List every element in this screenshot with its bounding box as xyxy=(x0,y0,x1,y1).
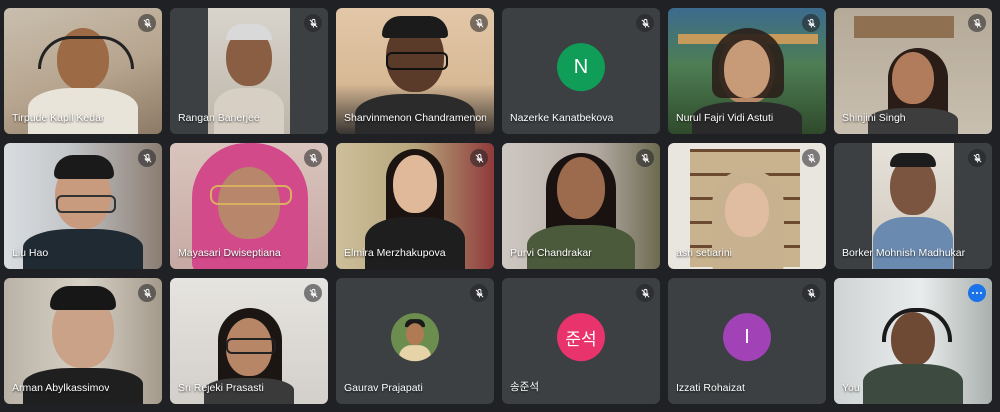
participant-tile[interactable]: 준석 송준석 xyxy=(502,278,660,404)
mic-off-icon xyxy=(802,284,820,302)
participant-tile[interactable]: Rangan Banerjee xyxy=(170,8,328,134)
participant-name: asri setiarini xyxy=(676,247,733,259)
mic-off-icon xyxy=(470,149,488,167)
participant-tile[interactable]: Sharvinmenon Chandramenon xyxy=(336,8,494,134)
participant-tile[interactable]: Arman Abylkassimov xyxy=(4,278,162,404)
participant-tile[interactable]: N Nazerke Kanatbekova xyxy=(502,8,660,134)
avatar: 준석 xyxy=(557,313,605,362)
mic-off-icon xyxy=(304,14,322,32)
mic-off-icon xyxy=(304,284,322,302)
mic-off-icon xyxy=(968,149,986,167)
more-options-icon[interactable] xyxy=(968,284,986,302)
participant-name: Sharvinmenon Chandramenon xyxy=(344,112,486,124)
self-view-tile[interactable]: You xyxy=(834,278,992,404)
participant-name: 송준석 xyxy=(510,381,539,393)
mic-off-icon xyxy=(802,149,820,167)
participant-name: You xyxy=(842,382,860,394)
participant-tile[interactable]: asri setiarini xyxy=(668,143,826,269)
participant-name: Liu Hao xyxy=(12,247,49,259)
mic-off-icon xyxy=(470,284,488,302)
mic-off-icon xyxy=(802,14,820,32)
participant-name: Shinjini Singh xyxy=(842,112,906,124)
mic-off-icon xyxy=(138,149,156,167)
participant-name: Rangan Banerjee xyxy=(178,112,260,124)
mic-off-icon xyxy=(470,14,488,32)
participant-name: Mayasari Dwiseptiana xyxy=(178,247,281,259)
avatar: I xyxy=(723,313,771,362)
participant-name: Purvi Chandrakar xyxy=(510,247,592,259)
avatar: N xyxy=(557,43,605,92)
mic-off-icon xyxy=(304,149,322,167)
participant-tile[interactable]: Borker Mohnish Madhukar xyxy=(834,143,992,269)
participant-tile[interactable]: Shinjini Singh xyxy=(834,8,992,134)
mic-off-icon xyxy=(138,284,156,302)
participant-tile[interactable]: Mayasari Dwiseptiana xyxy=(170,143,328,269)
avatar xyxy=(391,313,439,362)
participant-tile[interactable]: Purvi Chandrakar xyxy=(502,143,660,269)
mic-off-icon xyxy=(636,149,654,167)
participant-name: Gaurav Prajapati xyxy=(344,382,423,394)
participant-name: Arman Abylkassimov xyxy=(12,382,110,394)
participant-tile[interactable]: Elmira Merzhakupova xyxy=(336,143,494,269)
participant-name: Nazerke Kanatbekova xyxy=(510,112,614,124)
participant-tile[interactable]: Tirpude Kapil Kedar xyxy=(4,8,162,134)
participant-tile[interactable]: Liu Hao xyxy=(4,143,162,269)
participant-name: Nurul Fajri Vidi Astuti xyxy=(676,112,774,124)
participant-tile[interactable]: I Izzati Rohaizat xyxy=(668,278,826,404)
mic-off-icon xyxy=(636,284,654,302)
participant-grid: Tirpude Kapil Kedar Rangan Banerjee Shar… xyxy=(4,8,996,408)
participant-name: Sri Rejeki Prasasti xyxy=(178,382,264,394)
participant-name: Borker Mohnish Madhukar xyxy=(842,247,966,259)
mic-off-icon xyxy=(636,14,654,32)
participant-name: Izzati Rohaizat xyxy=(676,382,745,394)
mic-off-icon xyxy=(138,14,156,32)
participant-name: Elmira Merzhakupova xyxy=(344,247,446,259)
participant-tile[interactable]: Nurul Fajri Vidi Astuti xyxy=(668,8,826,134)
mic-off-icon xyxy=(968,14,986,32)
participant-tile[interactable]: Gaurav Prajapati xyxy=(336,278,494,404)
participant-tile[interactable]: Sri Rejeki Prasasti xyxy=(170,278,328,404)
participant-name: Tirpude Kapil Kedar xyxy=(12,112,105,124)
